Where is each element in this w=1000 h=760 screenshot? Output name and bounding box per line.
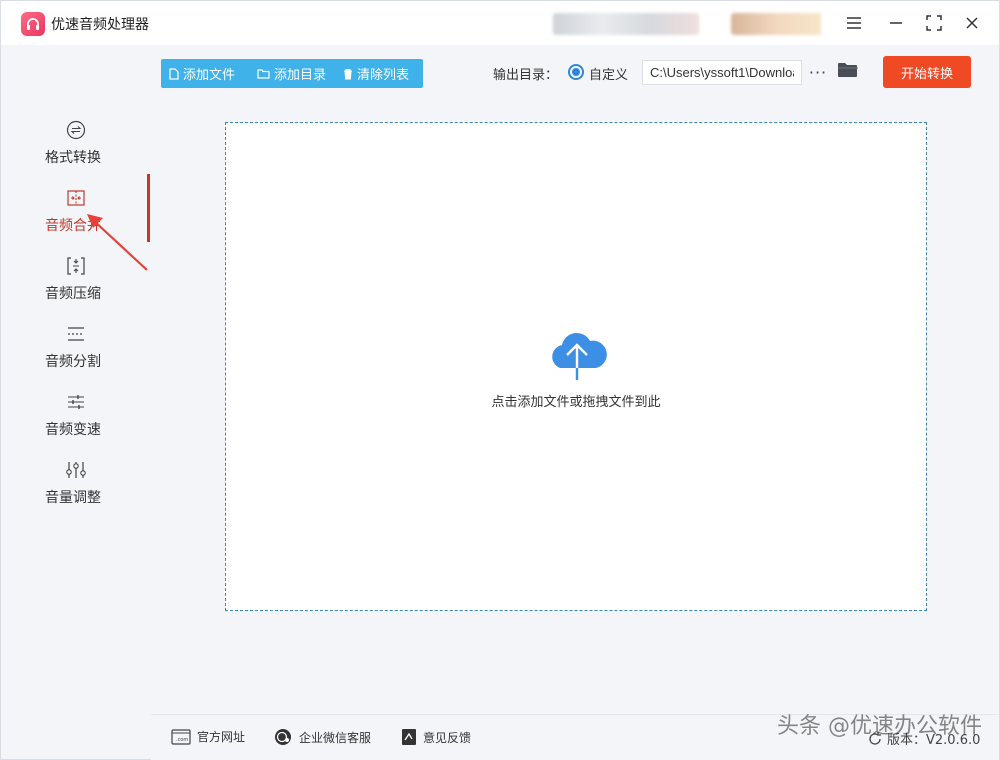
sidebar-item-format-convert[interactable]: 格式转换 bbox=[1, 119, 151, 181]
close-icon[interactable] bbox=[961, 12, 983, 34]
file-button-group: 添加文件 添加目录 清除列表 bbox=[161, 59, 423, 88]
output-dir-label: 输出目录： bbox=[493, 68, 559, 83]
custom-dir-radio-label: 自定义 bbox=[589, 68, 629, 83]
wechat-support-label: 企业微信客服 bbox=[299, 730, 372, 745]
website-icon: .com bbox=[171, 728, 191, 745]
wechat-support-link[interactable]: 企业微信客服 bbox=[273, 728, 371, 746]
file-icon bbox=[169, 67, 179, 80]
drop-hint-text: 点击添加文件或拖拽文件到此 bbox=[491, 395, 661, 410]
annotation-arrow-icon bbox=[87, 214, 148, 271]
website-label: 官方网址 bbox=[197, 730, 246, 744]
sidebar-item-label: 音量调整 bbox=[45, 490, 101, 506]
sidebar-item-label: 音频分割 bbox=[45, 354, 101, 370]
sidebar-item-audio-speed[interactable]: 音频变速 bbox=[1, 391, 151, 453]
website-link[interactable]: .com 官方网址 bbox=[171, 728, 245, 745]
audio-speed-icon bbox=[65, 391, 87, 413]
file-drop-zone[interactable]: 点击添加文件或拖拽文件到此 bbox=[225, 122, 927, 611]
folder-outline-icon bbox=[257, 69, 270, 79]
maximize-icon[interactable] bbox=[923, 12, 945, 34]
add-file-button[interactable]: 添加文件 bbox=[161, 59, 249, 88]
wechat-icon bbox=[275, 729, 291, 745]
add-folder-label: 添加目录 bbox=[274, 68, 327, 83]
audio-split-icon bbox=[65, 323, 87, 345]
app-window: 优速音频处理器 添加文件 添加目录 清除列表 输出目录： 自定义 C:\User… bbox=[0, 0, 1000, 760]
app-logo bbox=[21, 12, 45, 36]
app-title: 优速音频处理器 bbox=[51, 17, 149, 33]
cloud-upload-icon bbox=[552, 332, 607, 380]
more-options-button[interactable]: ··· bbox=[807, 60, 829, 84]
sidebar-item-audio-split[interactable]: 音频分割 bbox=[1, 323, 151, 385]
trash-icon bbox=[344, 68, 352, 79]
sidebar-item-volume-adjust[interactable]: 音量调整 bbox=[1, 459, 151, 521]
clear-list-label: 清除列表 bbox=[357, 68, 410, 83]
custom-dir-radio[interactable] bbox=[568, 64, 584, 80]
format-convert-icon bbox=[65, 119, 87, 141]
sidebar-item-label: 音频变速 bbox=[45, 422, 101, 438]
feedback-label: 意见反馈 bbox=[423, 730, 472, 745]
blurred-avatar bbox=[731, 13, 821, 35]
svg-text:.com: .com bbox=[176, 737, 188, 743]
clear-list-button[interactable]: 清除列表 bbox=[335, 59, 423, 88]
sidebar-item-label: 音频压缩 bbox=[45, 286, 101, 302]
feedback-link[interactable]: 意见反馈 bbox=[401, 728, 471, 746]
add-file-label: 添加文件 bbox=[183, 68, 236, 83]
menu-icon[interactable] bbox=[843, 12, 865, 34]
title-bar: 优速音频处理器 bbox=[1, 1, 999, 45]
sidebar-item-label: 格式转换 bbox=[45, 150, 101, 166]
start-convert-button[interactable]: 开始转换 bbox=[883, 56, 971, 88]
minimize-icon[interactable] bbox=[885, 12, 907, 34]
open-folder-icon[interactable] bbox=[837, 61, 861, 83]
blurred-account-info bbox=[553, 13, 699, 35]
feedback-icon bbox=[402, 729, 416, 745]
output-path-input[interactable] bbox=[642, 60, 802, 85]
add-folder-button[interactable]: 添加目录 bbox=[249, 59, 335, 88]
watermark-text: 头条 @优速办公软件 bbox=[777, 714, 982, 739]
volume-adjust-icon bbox=[65, 459, 87, 481]
